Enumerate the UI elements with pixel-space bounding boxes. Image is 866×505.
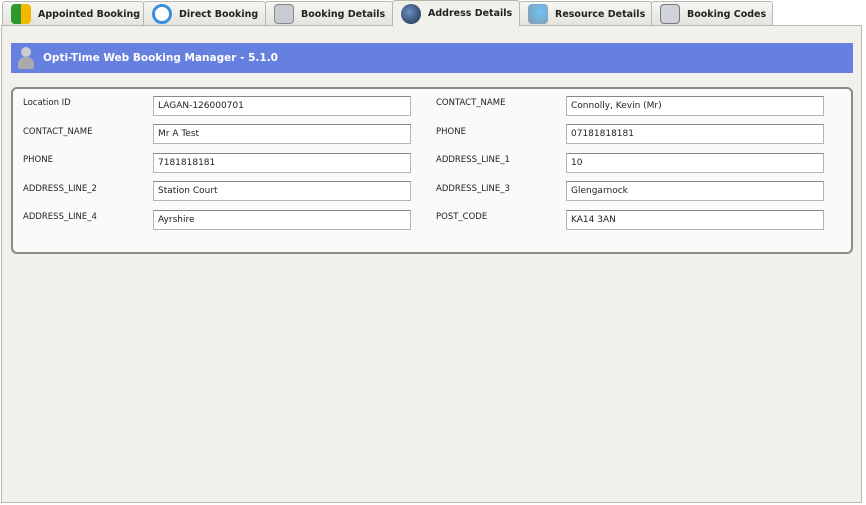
address-fieldset: Location ID CONTACT_NAME PHONE ADDRESS_L… xyxy=(11,87,853,254)
tab-appointed-booking[interactable]: Appointed Booking xyxy=(2,1,144,26)
address-line-4-label: ADDRESS_LINE_4 xyxy=(23,212,97,222)
users-icon xyxy=(528,4,548,24)
phone-2-label: PHONE xyxy=(436,127,466,137)
document-icon xyxy=(660,4,680,24)
contact-name-field[interactable] xyxy=(153,124,411,144)
address-line-1-label: ADDRESS_LINE_1 xyxy=(436,155,510,165)
contact-name-label: CONTACT_NAME xyxy=(23,127,93,137)
phone-field[interactable] xyxy=(153,153,411,173)
address-line-3-field[interactable] xyxy=(566,181,824,201)
contact-name-2-field[interactable] xyxy=(566,96,824,116)
grid-icon xyxy=(11,4,31,24)
post-code-field[interactable] xyxy=(566,210,824,230)
app-title: Opti-Time Web Booking Manager - 5.1.0 xyxy=(43,52,278,64)
address-line-3-label: ADDRESS_LINE_3 xyxy=(436,184,510,194)
address-line-2-field[interactable] xyxy=(153,181,411,201)
address-line-2-label: ADDRESS_LINE_2 xyxy=(23,184,97,194)
tab-booking-details[interactable]: Booking Details xyxy=(265,1,393,26)
tab-address-details[interactable]: Address Details xyxy=(392,0,520,26)
tab-direct-booking[interactable]: Direct Booking xyxy=(143,1,266,26)
location-id-label: Location ID xyxy=(23,98,71,108)
tab-resource-details[interactable]: Resource Details xyxy=(519,1,652,26)
phone-label: PHONE xyxy=(23,155,53,165)
user-icon xyxy=(17,47,35,69)
globe-pin-icon xyxy=(401,3,421,24)
tab-booking-codes[interactable]: Booking Codes xyxy=(651,1,773,26)
clock-icon xyxy=(152,4,172,24)
contact-name-2-label: CONTACT_NAME xyxy=(436,98,506,108)
address-line-4-field[interactable] xyxy=(153,210,411,230)
phone-2-field[interactable] xyxy=(566,124,824,144)
post-code-label: POST_CODE xyxy=(436,212,488,222)
address-details-panel: Opti-Time Web Booking Manager - 5.1.0 Lo… xyxy=(1,25,862,503)
app-header: Opti-Time Web Booking Manager - 5.1.0 xyxy=(11,43,853,73)
location-id-field[interactable] xyxy=(153,96,411,116)
address-line-1-field[interactable] xyxy=(566,153,824,173)
document-search-icon xyxy=(274,4,294,24)
